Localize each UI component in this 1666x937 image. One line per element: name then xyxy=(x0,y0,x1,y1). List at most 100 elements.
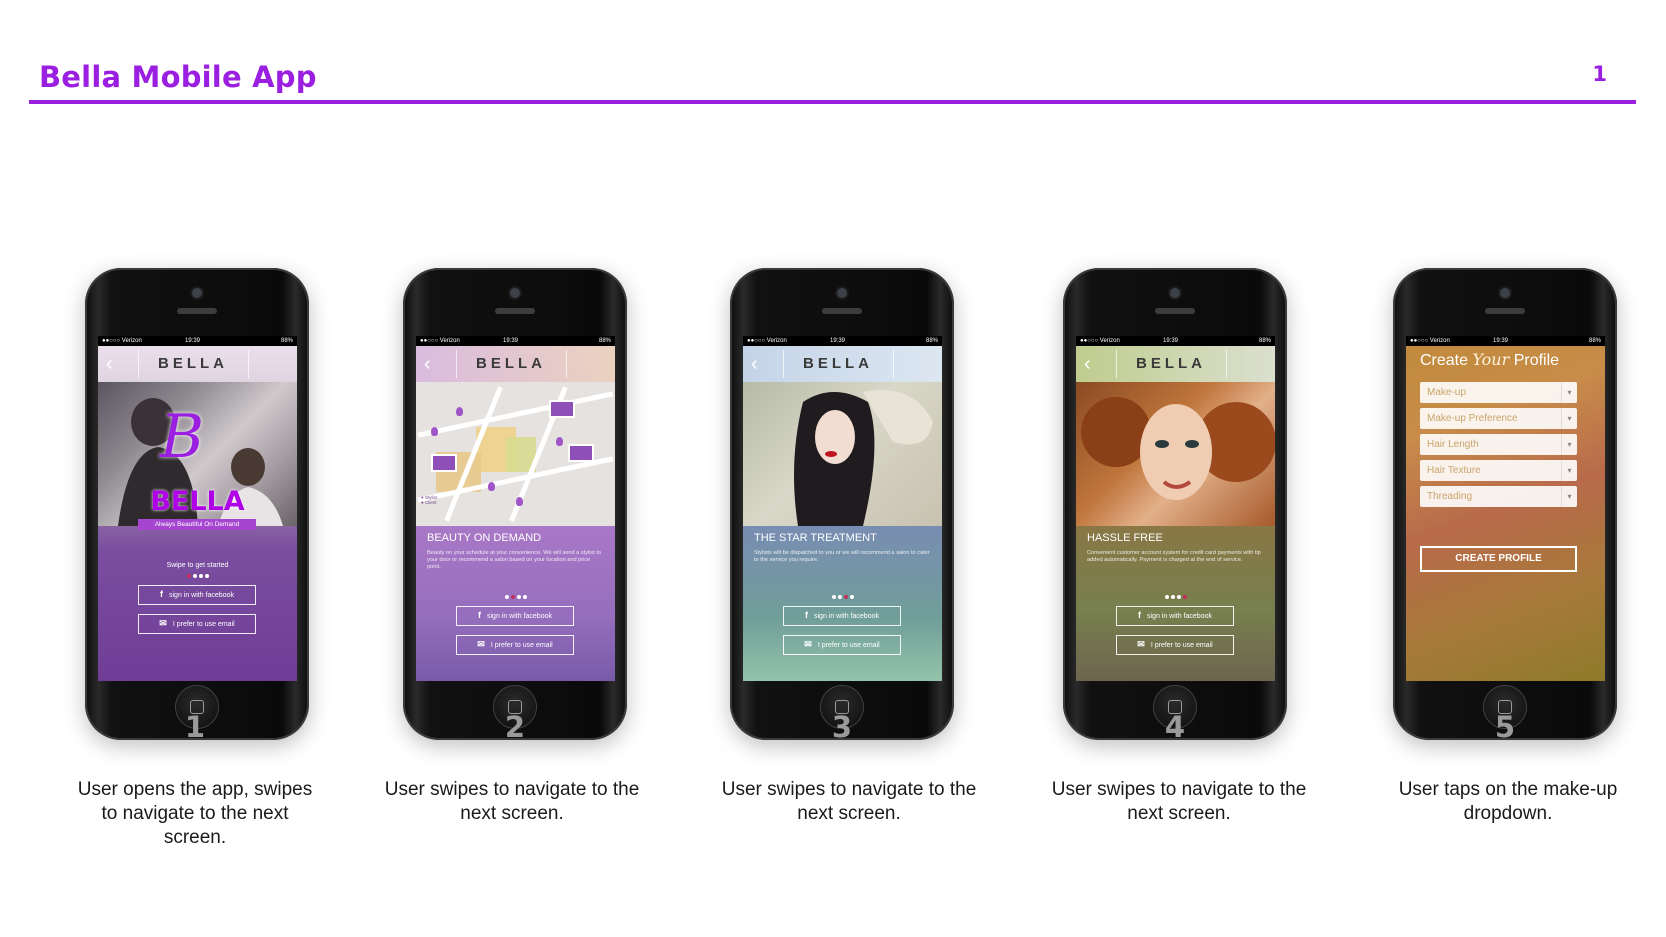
client-pin-icon[interactable] xyxy=(516,497,523,506)
time-label: 19:39 xyxy=(185,338,201,344)
dot xyxy=(186,574,191,578)
button-label: I prefer to use email xyxy=(172,621,235,628)
button-label: sign in with facebook xyxy=(1147,613,1212,620)
email-signin-button[interactable]: ✉ I prefer to use email xyxy=(456,635,574,655)
phone-mockup-5: ●●○○○ Verizon 19:39 88% Create Your Prof… xyxy=(1393,268,1617,740)
battery-label: 88% xyxy=(280,338,293,344)
phone-mockup-3: ●●○○○ Verizon 19:39 88% ‹ BELLA THE STAR… xyxy=(730,268,954,740)
status-bar: ●●○○○ Verizon 19:39 88% xyxy=(743,336,942,346)
makeup-preference-dropdown[interactable]: Make-up Preference ▾ xyxy=(1420,408,1577,429)
threading-dropdown[interactable]: Threading ▾ xyxy=(1420,486,1577,507)
create-profile-form: Create Your Profile Make-up ▾ Make-up Pr… xyxy=(1406,346,1605,681)
stylist-pin-icon[interactable] xyxy=(488,482,495,491)
salon-icon[interactable] xyxy=(549,400,575,418)
page-dots[interactable] xyxy=(416,594,615,601)
chevron-left-icon: ‹ xyxy=(106,353,113,375)
hair-length-dropdown[interactable]: Hair Length ▾ xyxy=(1420,434,1577,455)
hero-photo-curly-hair xyxy=(1076,382,1275,526)
step-number: 3 xyxy=(831,710,853,744)
chevron-left-icon: ‹ xyxy=(751,353,758,375)
facebook-signin-button[interactable]: f sign in with facebook xyxy=(783,606,901,626)
map-legend: ● Stylist ● Client xyxy=(421,495,437,505)
battery-label: 88% xyxy=(598,338,611,344)
create-profile-button[interactable]: CREATE PROFILE xyxy=(1420,546,1577,572)
stylist-pin-icon[interactable] xyxy=(556,437,563,446)
envelope-icon: ✉ xyxy=(1137,639,1145,649)
legend-swatch-icon: ● xyxy=(421,500,424,505)
stylist-pin-icon[interactable] xyxy=(431,427,438,436)
facebook-signin-button[interactable]: f sign in with facebook xyxy=(456,606,574,626)
stylist-pin-icon[interactable] xyxy=(456,407,463,416)
email-signin-button[interactable]: ✉ I prefer to use email xyxy=(138,614,256,634)
email-signin-button[interactable]: ✉ I prefer to use email xyxy=(1116,635,1234,655)
dot xyxy=(1170,595,1175,599)
form-title: Create Your Profile xyxy=(1420,350,1559,370)
step-description: User taps on the make-up dropdown. xyxy=(1398,779,1618,824)
page-dots[interactable] xyxy=(743,594,942,601)
swipe-hint: Swipe to get started xyxy=(166,562,229,569)
facebook-icon: f xyxy=(160,589,163,599)
back-button[interactable]: ‹ xyxy=(751,352,775,376)
step-description: User swipes to navigate to the next scre… xyxy=(721,779,977,824)
app-bar: ‹ BELLA xyxy=(743,346,942,382)
phone-mockup-1: ●●○○○ Verizon 19:39 88% ‹ BELLA B BELLA … xyxy=(85,268,309,740)
back-button[interactable]: ‹ xyxy=(106,352,130,376)
envelope-icon: ✉ xyxy=(477,639,485,649)
tagline: Always Beautiful On Demand xyxy=(138,519,256,530)
dot xyxy=(831,595,836,599)
city-map[interactable]: ● Stylist ● Client xyxy=(416,382,615,526)
chevron-down-icon: ▾ xyxy=(1561,408,1577,429)
panel-title: HASSLE FREE xyxy=(1087,532,1163,544)
facebook-signin-button[interactable]: f sign in with facebook xyxy=(1116,606,1234,626)
dot xyxy=(849,595,854,599)
panel-title: BEAUTY ON DEMAND xyxy=(427,532,542,544)
page-dots[interactable] xyxy=(1076,594,1275,601)
step-number: 5 xyxy=(1494,710,1516,744)
carrier-label: ●●○○○ Verizon xyxy=(1080,338,1120,344)
camera xyxy=(837,288,847,298)
button-label: I prefer to use email xyxy=(817,642,880,649)
dropdown-placeholder: Make-up Preference xyxy=(1427,413,1518,424)
app-bar: ‹ BELLA xyxy=(416,346,615,382)
title-word: Profile xyxy=(1513,352,1560,369)
page-dots[interactable] xyxy=(98,573,297,580)
email-signin-button[interactable]: ✉ I prefer to use email xyxy=(783,635,901,655)
step-number: 4 xyxy=(1164,710,1186,744)
status-bar: ●●○○○ Verizon 19:39 88% xyxy=(1406,336,1605,346)
logo-letter: B xyxy=(160,402,205,472)
chevron-down-icon: ▾ xyxy=(1561,434,1577,455)
status-bar: ●●○○○ Verizon 19:39 88% xyxy=(416,336,615,346)
page-number: 1 xyxy=(1592,62,1607,86)
panel-body: Beauty on your schedule at your convenie… xyxy=(427,550,602,570)
makeup-dropdown[interactable]: Make-up ▾ xyxy=(1420,382,1577,403)
salon-icon[interactable] xyxy=(568,444,594,462)
step-number: 1 xyxy=(184,710,206,744)
salon-icon[interactable] xyxy=(431,454,457,472)
back-button[interactable]: ‹ xyxy=(1084,352,1108,376)
facebook-signin-button[interactable]: f sign in with facebook xyxy=(138,585,256,605)
dropdown-placeholder: Threading xyxy=(1427,491,1473,502)
dot xyxy=(1182,595,1187,599)
legend-client: Client xyxy=(424,500,437,505)
carrier-label: ●●○○○ Verizon xyxy=(102,338,142,344)
divider xyxy=(566,350,567,378)
logo-wordmark: BELLA xyxy=(150,486,245,517)
button-label: I prefer to use email xyxy=(490,642,553,649)
dropdown-placeholder: Make-up xyxy=(1427,387,1466,398)
dot xyxy=(843,595,848,599)
camera xyxy=(1500,288,1510,298)
chevron-down-icon: ▾ xyxy=(1561,486,1577,507)
hair-texture-dropdown[interactable]: Hair Texture ▾ xyxy=(1420,460,1577,481)
step-description: User swipes to navigate to the next scre… xyxy=(384,779,640,824)
back-button[interactable]: ‹ xyxy=(424,352,448,376)
divider xyxy=(248,350,249,378)
time-label: 19:39 xyxy=(830,338,846,344)
app-title: BELLA xyxy=(476,355,546,372)
dot xyxy=(516,595,521,599)
woman-curly-silhouette xyxy=(1081,397,1275,500)
dot xyxy=(1176,595,1181,599)
button-label: sign in with facebook xyxy=(487,613,552,620)
battery-label: 88% xyxy=(1588,338,1601,344)
divider xyxy=(1226,350,1227,378)
envelope-icon: ✉ xyxy=(804,639,812,649)
